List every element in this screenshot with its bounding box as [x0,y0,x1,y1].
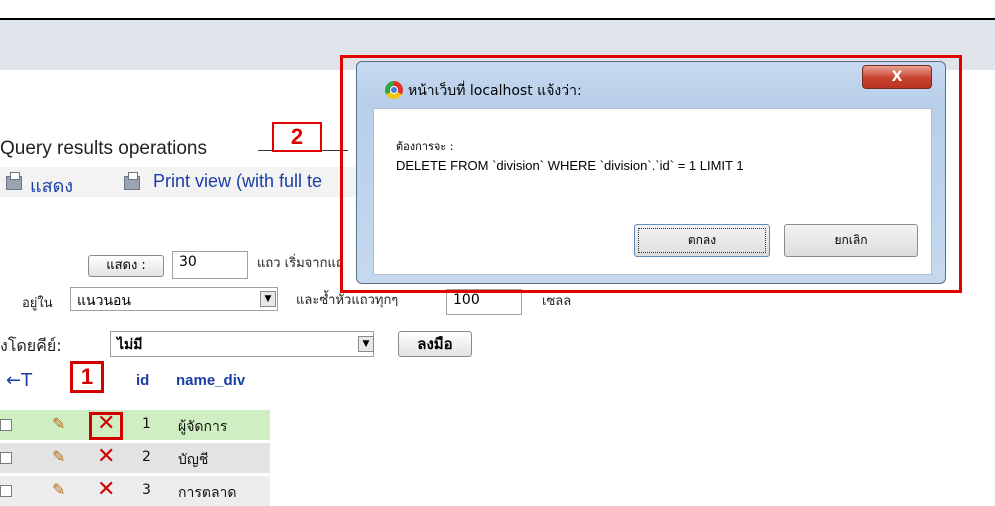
column-toggle-arrows-icon[interactable]: ←T [6,370,32,391]
dialog-highlight-frame [340,55,962,293]
cell-id: 2 [142,449,151,465]
rows-label: แถว เริ่มจากแถ [257,256,344,271]
row-checkbox[interactable] [0,419,12,431]
printer-icon [124,172,140,190]
pencil-icon[interactable]: ✎ [52,480,65,499]
cell-name: บัญชี [178,452,209,468]
delete-icon[interactable]: ✕ [97,479,115,501]
show-link[interactable]: แสดง [30,171,73,200]
sort-select[interactable]: ไม่มี [110,331,374,357]
cell-name: การตลาด [178,485,237,501]
annotation-2: 2 [272,122,322,152]
row-checkbox[interactable] [0,485,12,497]
annotation-1: 1 [70,361,104,393]
cell-id: 3 [142,482,151,498]
operations-row: แสดง Print view (with full te [0,167,360,197]
table-row: ✎ ✕ 2 บัญชี [0,443,270,473]
chevron-down-icon[interactable]: ▼ [260,291,276,307]
mode-value: แนวนอน [77,293,132,309]
cell-name: ผู้จัดการ [178,419,228,435]
table-row: ✎ ✕ 3 การตลาด [0,476,270,506]
sort-label: งโดยคีย์: [0,336,62,355]
table-row: ✎ ✕ 1 ผู้จัดการ [0,410,270,440]
printer-icon [6,172,22,190]
show-button[interactable]: แสดง : [88,255,164,277]
delete-icon[interactable]: ✕ [97,446,115,468]
print-view-link[interactable]: Print view (with full te [153,171,322,192]
cells-label: เซลล [542,294,572,309]
section-title: Query results operations [0,138,207,159]
rows-input[interactable]: 30 [172,251,248,279]
pencil-icon[interactable]: ✎ [52,414,65,433]
go-button[interactable]: ลงมือ [398,331,472,357]
column-header-id[interactable]: id [136,372,149,389]
row-checkbox[interactable] [0,452,12,464]
pencil-icon[interactable]: ✎ [52,447,65,466]
mode-select[interactable]: แนวนอน [70,287,278,311]
mode-label: อยู่ใน [22,296,53,311]
chevron-down-icon[interactable]: ▼ [358,336,374,352]
sort-value: ไม่มี [117,337,143,353]
cell-id: 1 [142,416,151,432]
column-header-name-div[interactable]: name_div [176,372,245,389]
delete-highlight [89,412,123,440]
